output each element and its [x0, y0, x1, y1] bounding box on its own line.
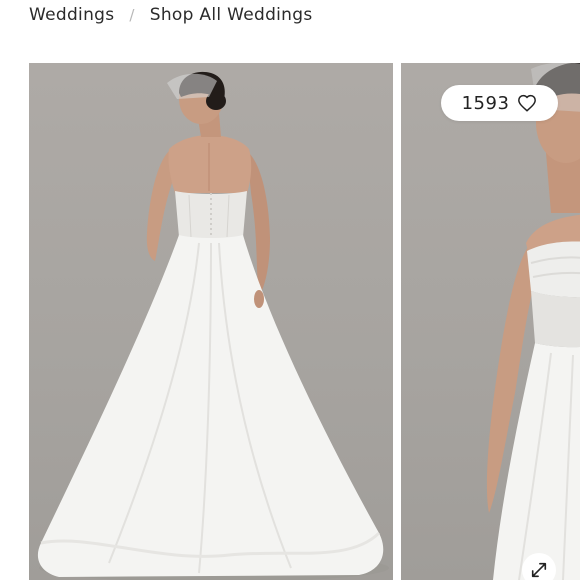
breadcrumb-shop-all-weddings-link[interactable]: Shop All Weddings	[150, 5, 313, 25]
heart-outline-icon	[518, 94, 537, 112]
likes-count: 1593	[461, 92, 510, 114]
product-image-gallery	[0, 63, 580, 580]
breadcrumb-separator: /	[129, 6, 135, 24]
expand-image-button[interactable]	[522, 553, 556, 587]
product-photo-back-view[interactable]	[29, 63, 393, 580]
like-button[interactable]: 1593	[441, 85, 558, 121]
front-view-dress-photo-icon	[486, 63, 580, 580]
breadcrumb: Weddings / Shop All Weddings	[29, 2, 313, 28]
breadcrumb-weddings-link[interactable]: Weddings	[29, 5, 114, 25]
product-photo-front-view[interactable]	[401, 63, 580, 580]
expand-arrows-icon	[531, 562, 547, 578]
back-view-dress-photo-icon	[37, 71, 389, 580]
